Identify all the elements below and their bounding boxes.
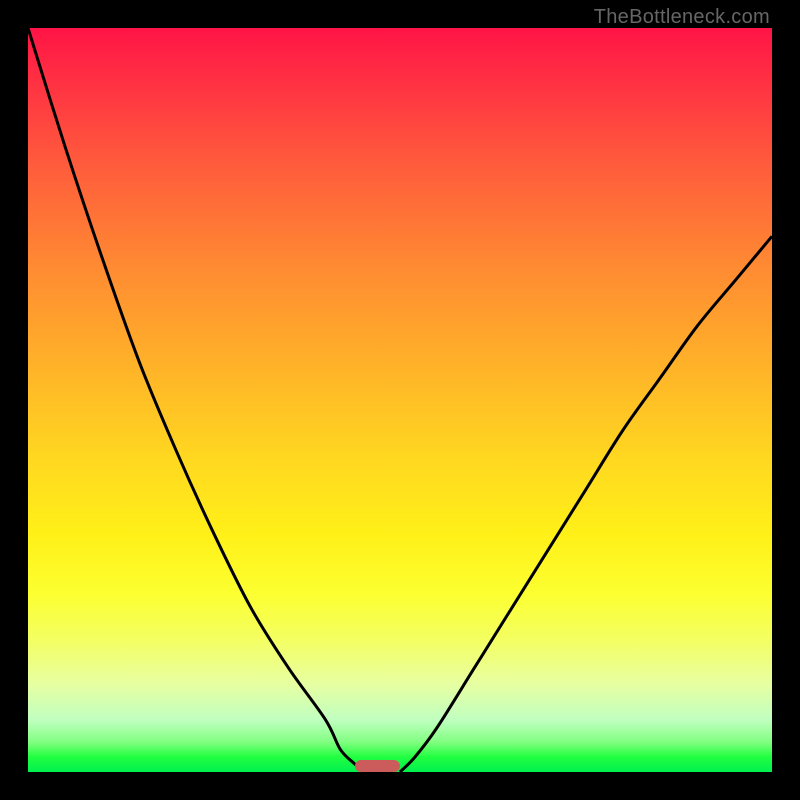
watermark-text: TheBottleneck.com	[594, 6, 770, 29]
bottleneck-marker	[355, 760, 400, 772]
right-curve-path	[400, 236, 772, 772]
curve-svg	[28, 28, 772, 772]
chart-container: TheBottleneck.com	[0, 0, 800, 800]
left-curve-path	[28, 28, 363, 772]
plot-area	[28, 28, 772, 772]
